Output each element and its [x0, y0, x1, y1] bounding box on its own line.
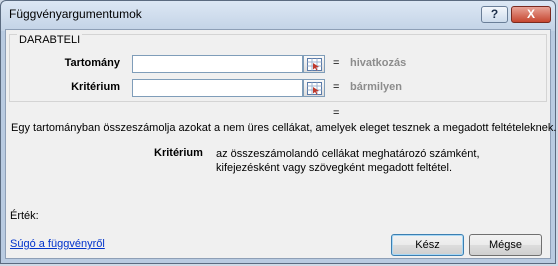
- title-bar: Függvényargumentumok ? X: [1, 1, 555, 29]
- ok-button[interactable]: Kész: [391, 234, 464, 256]
- range-select-icon: [307, 58, 322, 71]
- total-equals: =: [333, 107, 340, 119]
- dialog-title: Függvényargumentumok: [9, 7, 142, 21]
- tartomany-collapse-button[interactable]: [303, 55, 325, 73]
- function-group: DARABTELI Tartomány = hivatkozás Kritéri…: [9, 34, 547, 102]
- arg-help-name: Kritérium: [154, 147, 203, 159]
- arg-equals: =: [333, 57, 340, 69]
- arg-label-tartomany: Tartomány: [64, 57, 120, 69]
- arg-label-kriterium: Kritérium: [71, 81, 120, 93]
- result-label: Érték:: [10, 210, 39, 222]
- help-button[interactable]: ?: [481, 6, 508, 23]
- cancel-button[interactable]: Mégse: [469, 234, 542, 256]
- kriterium-input[interactable]: [132, 79, 303, 97]
- arg-equals: =: [333, 81, 340, 93]
- dialog-window: Függvényargumentumok ? X DARABTELI Tarto…: [0, 0, 556, 264]
- help-link[interactable]: Súgó a függvényről: [10, 238, 105, 250]
- dialog-body: DARABTELI Tartomány = hivatkozás Kritéri…: [5, 29, 557, 259]
- arg-result-kriterium: bármilyen: [350, 81, 402, 93]
- range-select-icon: [307, 82, 322, 95]
- arg-help-text: az összeszámolandó cellákat meghatározó …: [216, 148, 480, 174]
- function-description: Egy tartományban összeszámolja azokat a …: [11, 122, 557, 134]
- arg-result-tartomany: hivatkozás: [350, 57, 407, 69]
- close-button[interactable]: X: [511, 6, 551, 23]
- tartomany-input[interactable]: [132, 55, 303, 73]
- kriterium-collapse-button[interactable]: [303, 79, 325, 97]
- function-name: DARABTELI: [17, 34, 83, 46]
